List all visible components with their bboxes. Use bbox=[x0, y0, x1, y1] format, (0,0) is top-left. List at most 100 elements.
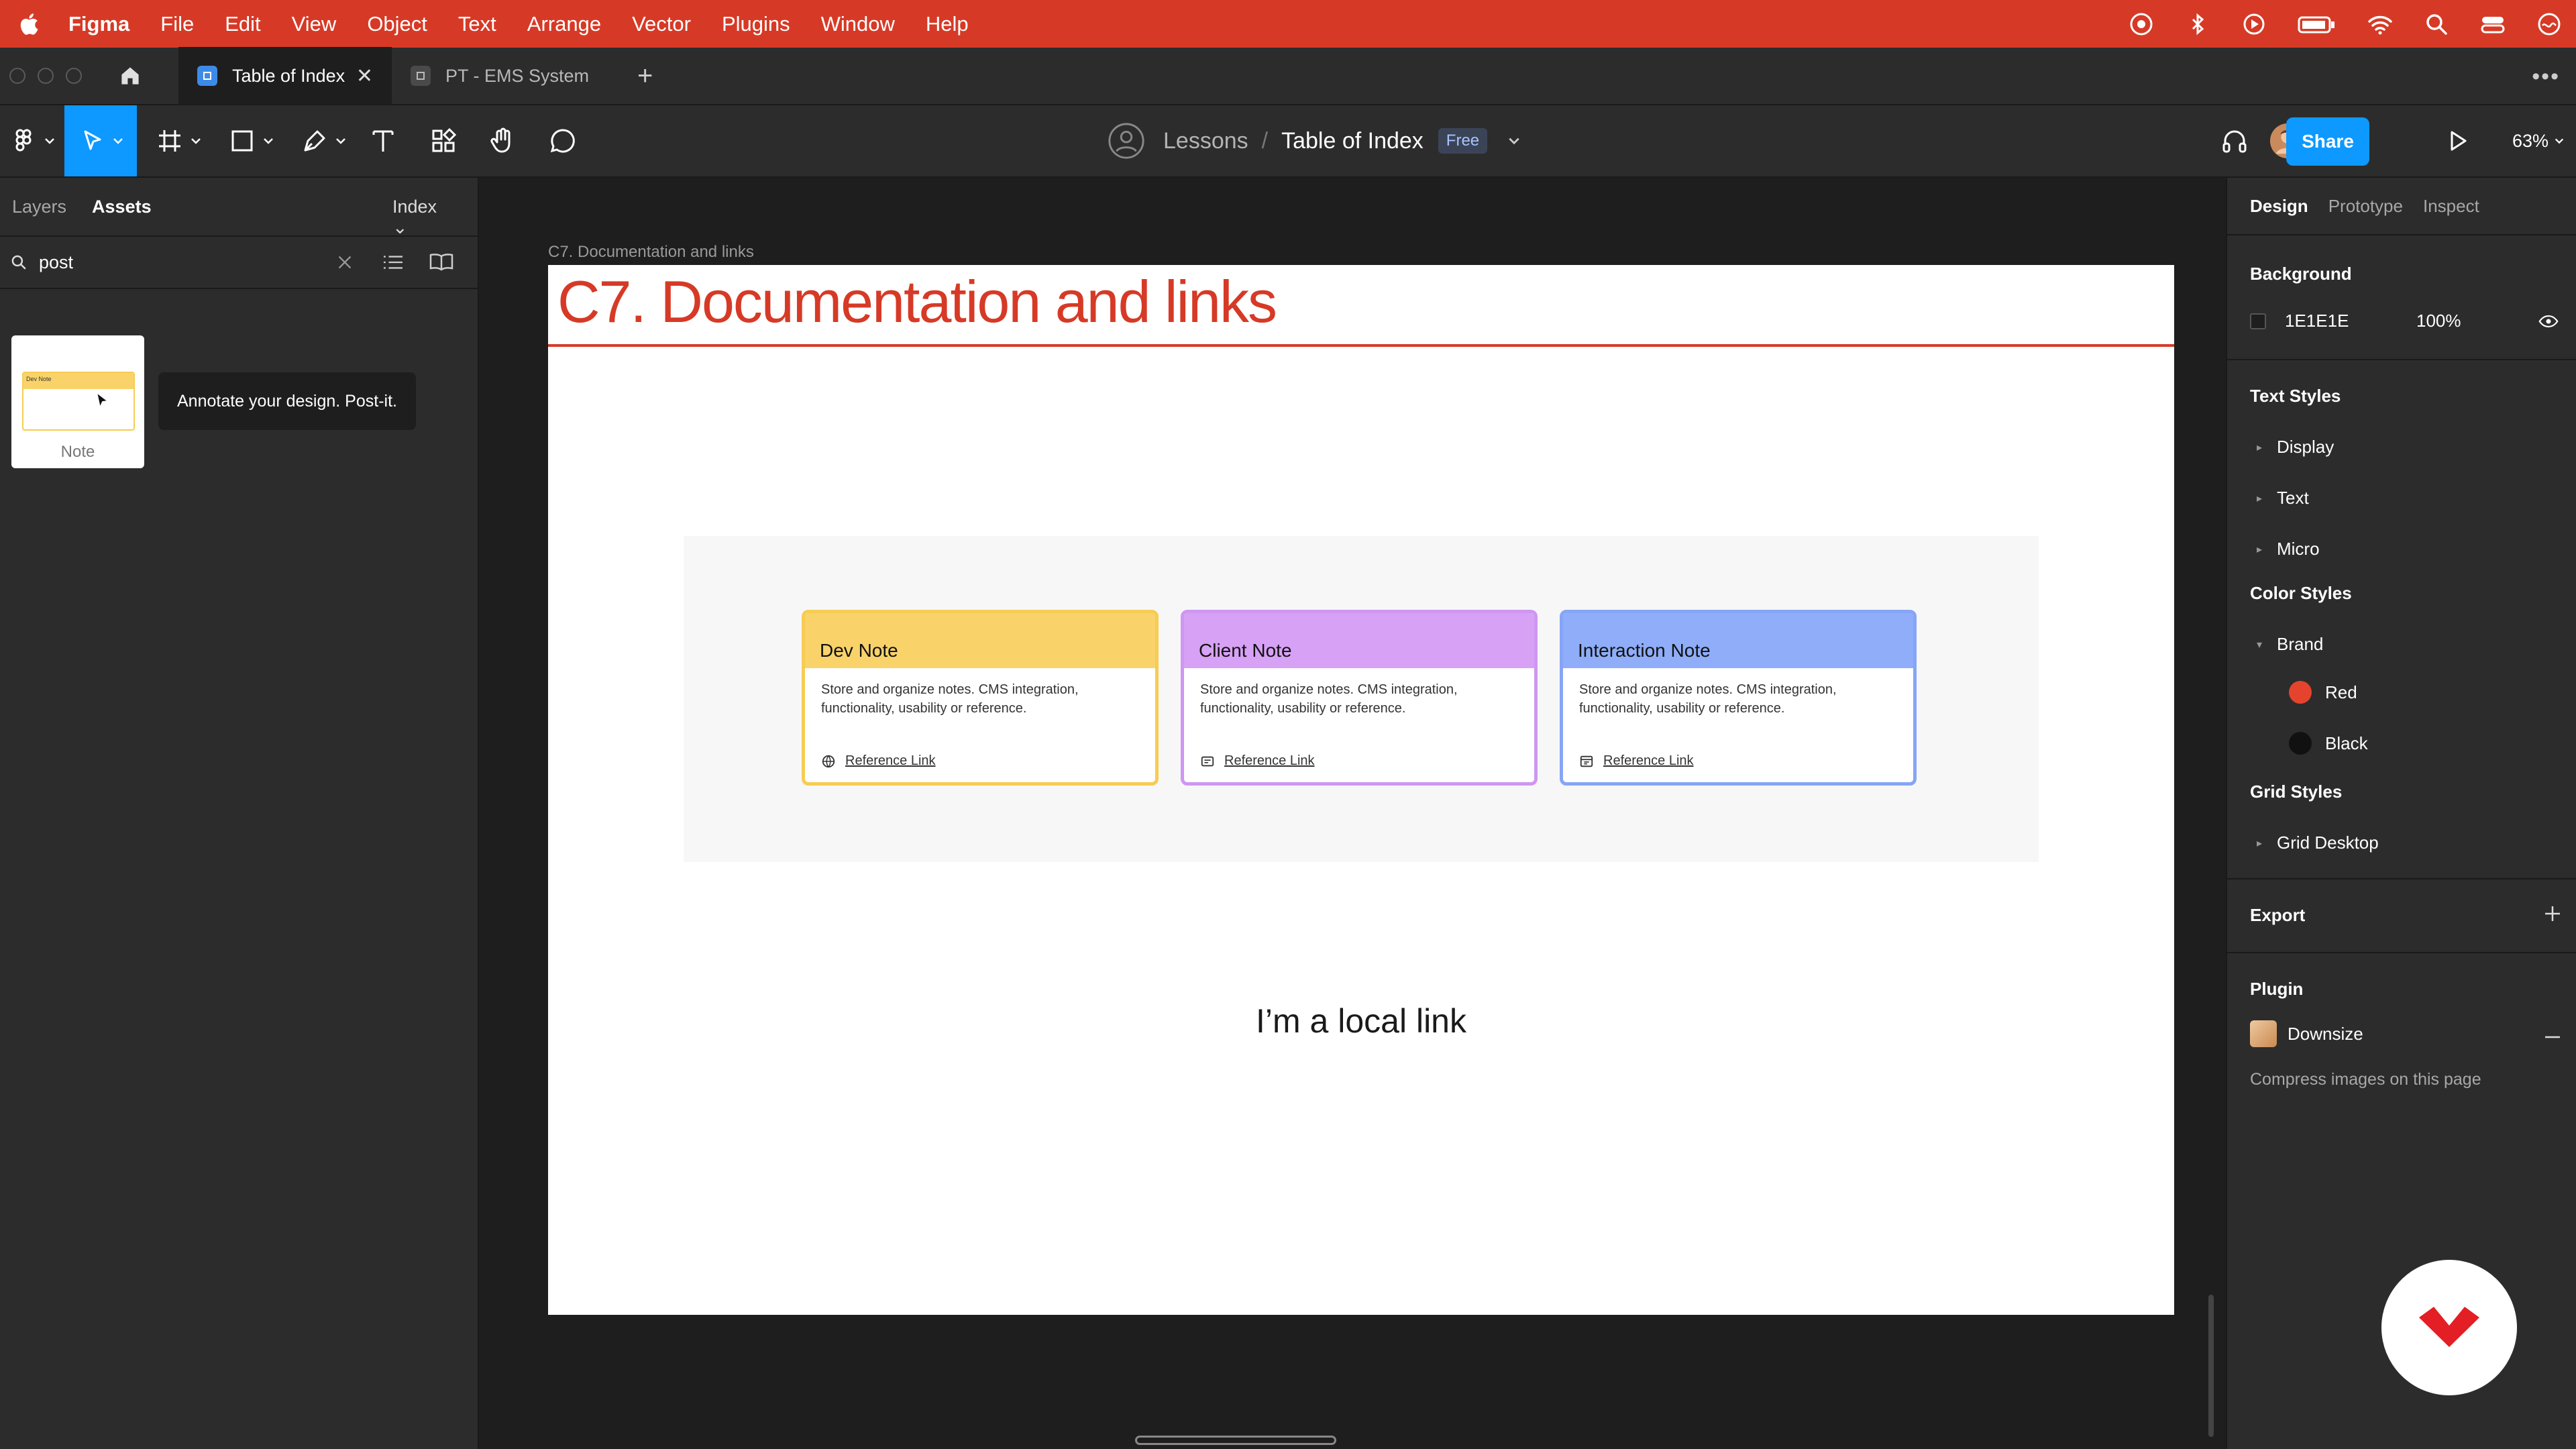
brand-logo-badge[interactable] bbox=[2381, 1260, 2517, 1395]
breadcrumb-project[interactable]: Lessons bbox=[1163, 128, 1248, 154]
notes-container[interactable]: Dev Note Store and organize notes. CMS i… bbox=[684, 536, 2039, 862]
interaction-note[interactable]: Interaction Note Store and organize note… bbox=[1560, 610, 1917, 786]
clear-search-icon[interactable] bbox=[335, 253, 354, 272]
color-style-red[interactable]: Red bbox=[2289, 681, 2357, 704]
share-button[interactable]: Share bbox=[2286, 117, 2369, 166]
remove-plugin-icon[interactable] bbox=[2542, 1027, 2563, 1047]
menu-help[interactable]: Help bbox=[926, 12, 969, 36]
menu-edit[interactable]: Edit bbox=[225, 12, 260, 36]
dev-note[interactable]: Dev Note Store and organize notes. CMS i… bbox=[802, 610, 1159, 786]
text-style-text[interactable]: ▸ Text bbox=[2250, 488, 2309, 508]
close-window-button[interactable] bbox=[9, 68, 25, 84]
close-tab-icon[interactable]: ✕ bbox=[356, 64, 373, 88]
menu-file[interactable]: File bbox=[160, 12, 194, 36]
apple-icon[interactable] bbox=[19, 13, 39, 36]
shape-tool-button[interactable] bbox=[221, 105, 280, 176]
tab-inspect[interactable]: Inspect bbox=[2423, 196, 2479, 217]
pen-tool-button[interactable] bbox=[294, 105, 353, 176]
text-style-label: Micro bbox=[2277, 539, 2320, 559]
spotlight-search-icon[interactable] bbox=[2423, 11, 2450, 38]
color-group-brand[interactable]: ▾ Brand bbox=[2250, 634, 2323, 655]
play-circle-icon[interactable] bbox=[2241, 11, 2267, 38]
wifi-icon[interactable] bbox=[2367, 11, 2394, 38]
divider bbox=[2227, 952, 2576, 953]
menu-window[interactable]: Window bbox=[821, 12, 895, 36]
documentation-frame[interactable]: C7. Documentation and links Dev Note Sto… bbox=[548, 265, 2174, 1315]
note-link[interactable]: Reference Link bbox=[821, 753, 936, 769]
note-link[interactable]: Reference Link bbox=[1579, 753, 1694, 769]
minimize-window-button[interactable] bbox=[38, 68, 54, 84]
text-t-icon bbox=[372, 130, 394, 152]
background-row[interactable]: 1E1E1E 100% bbox=[2250, 311, 2559, 331]
grid-style-desktop[interactable]: ▸ Grid Desktop bbox=[2250, 833, 2379, 853]
bluetooth-icon[interactable] bbox=[2184, 11, 2211, 38]
menu-app-figma[interactable]: Figma bbox=[68, 12, 129, 36]
creative-cloud-icon[interactable] bbox=[2128, 11, 2155, 38]
page-selector[interactable]: Index ⌄ bbox=[392, 197, 452, 238]
divider bbox=[2227, 359, 2576, 360]
menu-object[interactable]: Object bbox=[367, 12, 427, 36]
menu-plugins[interactable]: Plugins bbox=[722, 12, 790, 36]
tab-table-of-index[interactable]: Table of Index ✕ bbox=[178, 47, 392, 105]
frame-title[interactable]: C7. Documentation and links bbox=[557, 268, 1277, 336]
siri-icon[interactable] bbox=[2536, 11, 2563, 38]
control-center-icon[interactable] bbox=[2479, 11, 2506, 38]
file-tab-bar: Table of Index ✕ PT - EMS System + ••• bbox=[0, 47, 2576, 105]
color-style-black[interactable]: Black bbox=[2289, 732, 2368, 755]
asset-note-component[interactable]: Dev Note Note bbox=[11, 335, 144, 468]
plugin-downsize[interactable]: Downsize bbox=[2250, 1020, 2363, 1047]
plan-badge: Free bbox=[1438, 128, 1488, 154]
color-style-label: Red bbox=[2325, 682, 2357, 702]
resources-tool-button[interactable] bbox=[423, 105, 464, 176]
present-button[interactable] bbox=[2436, 105, 2478, 176]
comment-tool-button[interactable] bbox=[542, 105, 584, 176]
main-menu-button[interactable] bbox=[5, 105, 59, 176]
note-link[interactable]: Reference Link bbox=[1200, 753, 1315, 769]
asset-label: Note bbox=[60, 443, 95, 461]
tab-layers[interactable]: Layers bbox=[12, 197, 66, 217]
hand-tool-button[interactable] bbox=[482, 105, 523, 176]
tab-assets[interactable]: Assets bbox=[92, 197, 152, 217]
background-swatch[interactable] bbox=[2250, 313, 2266, 329]
add-export-icon[interactable] bbox=[2542, 904, 2563, 924]
caret-right-icon: ▸ bbox=[2257, 543, 2263, 555]
status-icons bbox=[2128, 0, 2563, 48]
search-input[interactable]: post bbox=[39, 252, 73, 273]
background-opacity[interactable]: 100% bbox=[2416, 311, 2461, 331]
text-tool-button[interactable] bbox=[362, 105, 404, 176]
breadcrumb-file[interactable]: Table of Index bbox=[1281, 128, 1424, 154]
horizontal-scrollbar[interactable] bbox=[1135, 1436, 1336, 1445]
move-tool-button[interactable] bbox=[64, 105, 137, 176]
home-button[interactable] bbox=[109, 54, 152, 97]
tab-pt-ems-system[interactable]: PT - EMS System bbox=[392, 47, 627, 105]
frame-label[interactable]: C7. Documentation and links bbox=[548, 243, 754, 262]
library-book-icon[interactable] bbox=[428, 252, 455, 272]
text-style-micro[interactable]: ▸ Micro bbox=[2250, 539, 2320, 559]
battery-icon[interactable] bbox=[2297, 11, 2337, 38]
menu-arrange[interactable]: Arrange bbox=[527, 12, 601, 36]
audio-button[interactable] bbox=[2214, 105, 2255, 176]
tab-label: PT - EMS System bbox=[445, 65, 590, 86]
local-link-text[interactable]: I’m a local link bbox=[548, 1002, 2174, 1040]
eye-icon[interactable] bbox=[2538, 313, 2559, 329]
chevron-down-icon[interactable] bbox=[1507, 134, 1521, 148]
tab-prototype[interactable]: Prototype bbox=[2328, 196, 2403, 217]
toolbar: Lessons / Table of Index Free Share 63% bbox=[0, 105, 2576, 178]
zoom-dropdown[interactable]: 63% bbox=[2512, 105, 2565, 176]
add-tab-icon[interactable]: + bbox=[637, 61, 653, 91]
text-style-display[interactable]: ▸ Display bbox=[2250, 437, 2334, 458]
frame-tool-button[interactable] bbox=[149, 105, 208, 176]
vertical-scrollbar[interactable] bbox=[2208, 1295, 2214, 1437]
menu-view[interactable]: View bbox=[292, 12, 337, 36]
background-hex[interactable]: 1E1E1E bbox=[2285, 311, 2416, 331]
tab-design[interactable]: Design bbox=[2250, 196, 2308, 217]
team-avatar-icon[interactable] bbox=[1107, 121, 1146, 160]
more-options-icon[interactable]: ••• bbox=[2532, 64, 2560, 90]
menu-vector[interactable]: Vector bbox=[632, 12, 691, 36]
zoom-window-button[interactable] bbox=[66, 68, 82, 84]
client-note[interactable]: Client Note Store and organize notes. CM… bbox=[1181, 610, 1538, 786]
menu-text[interactable]: Text bbox=[458, 12, 496, 36]
list-view-icon[interactable] bbox=[382, 253, 404, 272]
rectangle-icon bbox=[231, 130, 253, 152]
message-icon bbox=[1201, 756, 1214, 766]
